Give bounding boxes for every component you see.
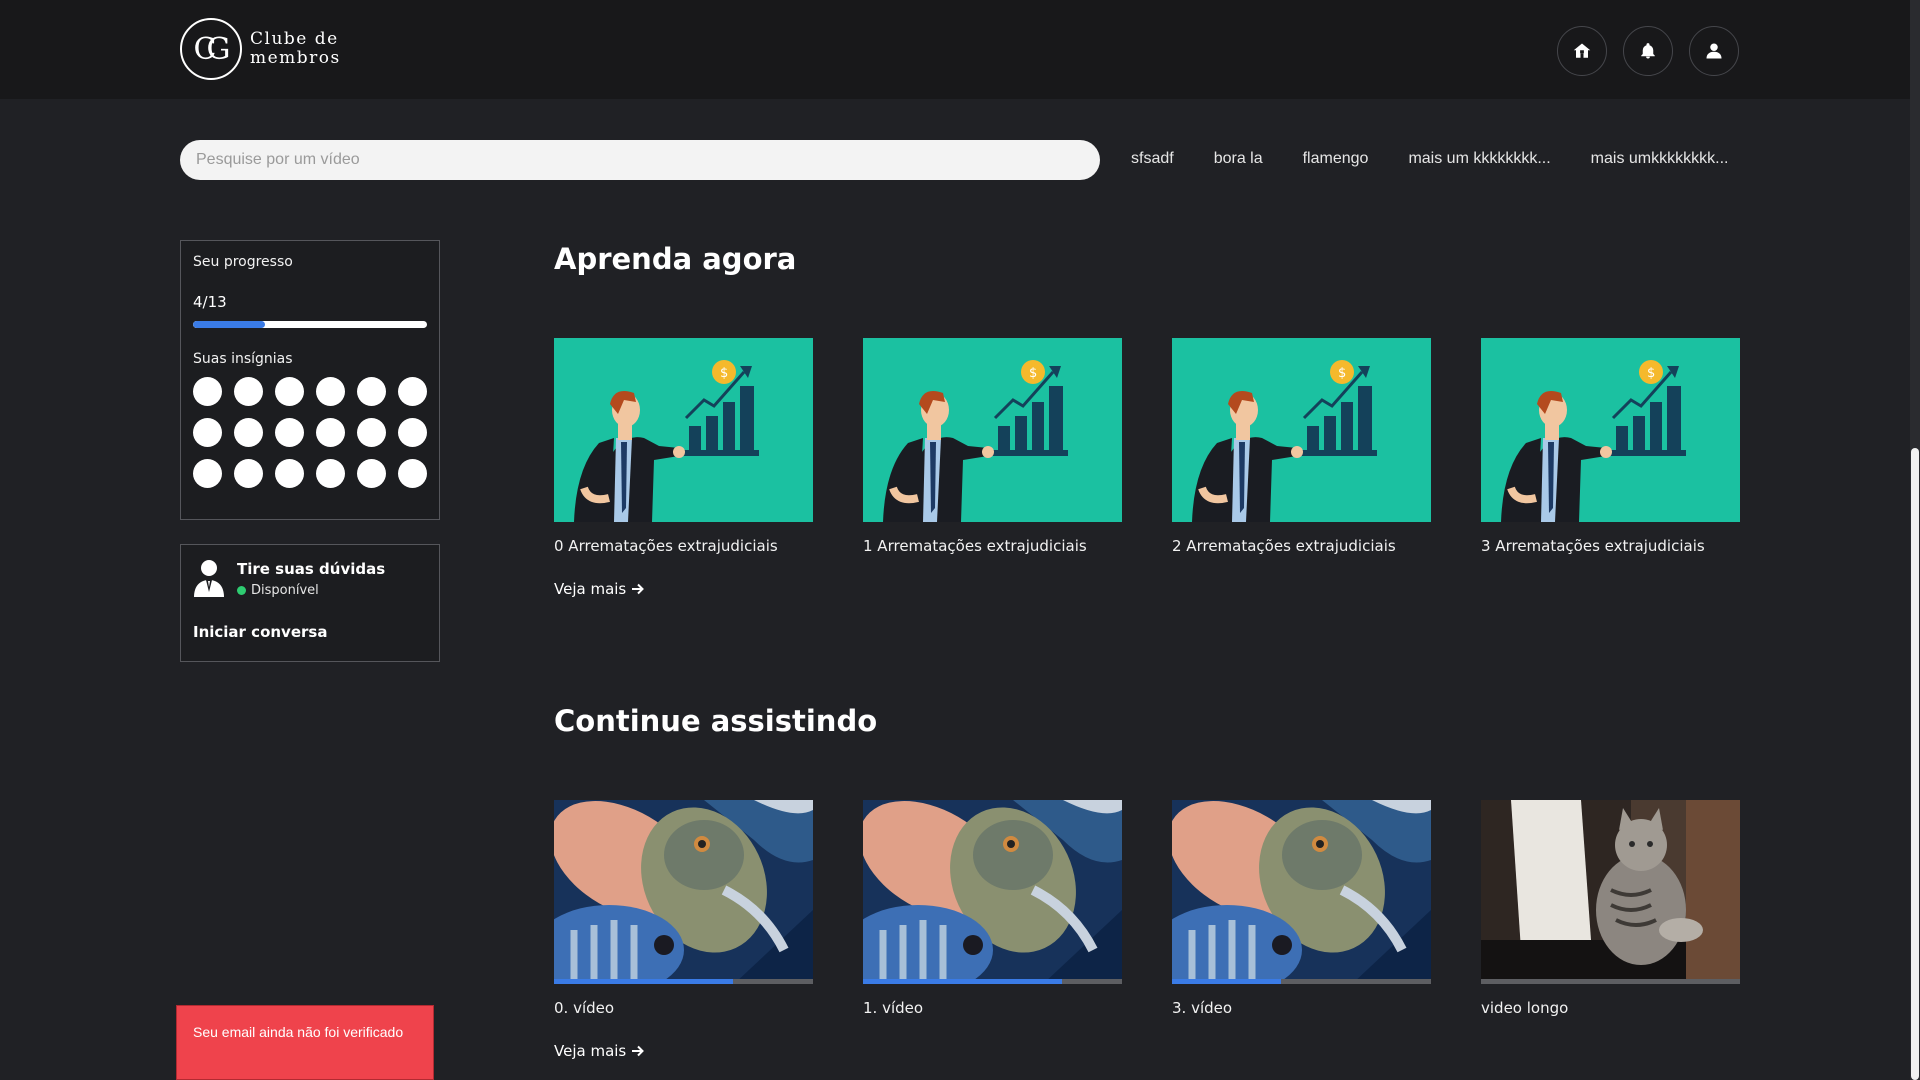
status-text: Disponível bbox=[251, 583, 319, 598]
logo-text: Clube de membros bbox=[250, 29, 341, 68]
home-icon bbox=[1573, 43, 1591, 58]
top-icons bbox=[1557, 26, 1739, 76]
progress-count: 4/13 bbox=[193, 293, 227, 311]
badge[interactable] bbox=[275, 459, 304, 488]
badge[interactable] bbox=[316, 459, 345, 488]
video-card[interactable]: 0. vídeo bbox=[554, 800, 813, 1017]
tag-link[interactable]: mais um kkkkkkkk... bbox=[1408, 150, 1550, 168]
start-chat-link[interactable]: Iniciar conversa bbox=[193, 623, 327, 641]
top-bar: CG Clube de membros bbox=[0, 0, 1910, 99]
badge[interactable] bbox=[398, 459, 427, 488]
video-card[interactable]: 1 Arrematações extrajudiciais bbox=[863, 338, 1122, 555]
badge[interactable] bbox=[275, 418, 304, 447]
fish-thumbnail bbox=[1172, 800, 1431, 984]
video-title: 0. vídeo bbox=[554, 999, 615, 1017]
tag-link[interactable]: mais umkkkkkkkk... bbox=[1591, 150, 1729, 168]
video-card[interactable]: 1. vídeo bbox=[863, 800, 1122, 1017]
badge[interactable] bbox=[275, 377, 304, 406]
section-title-continue: Continue assistindo bbox=[554, 704, 878, 738]
watch-progress-fill bbox=[554, 979, 733, 984]
see-more-link[interactable]: Veja mais bbox=[554, 580, 645, 598]
help-title: Tire suas dúvidas bbox=[237, 560, 386, 578]
badge[interactable] bbox=[316, 377, 345, 406]
video-title: 3. vídeo bbox=[1172, 999, 1233, 1017]
business-chart-thumbnail bbox=[1172, 338, 1431, 522]
help-card: Tire suas dúvidas Disponível Iniciar con… bbox=[180, 544, 440, 662]
bell-icon bbox=[1641, 43, 1655, 59]
user-icon bbox=[1706, 43, 1722, 59]
video-card[interactable]: 0 Arrematações extrajudiciais bbox=[554, 338, 813, 555]
scrollbar-thumb[interactable] bbox=[1911, 448, 1919, 1080]
progress-title: Seu progresso bbox=[193, 254, 293, 270]
cat-thumbnail bbox=[1481, 800, 1740, 984]
tag-link[interactable]: bora la bbox=[1214, 150, 1263, 168]
badge[interactable] bbox=[234, 377, 263, 406]
continue-row: 0. vídeo 1. vídeo 3. vídeo video longo bbox=[554, 800, 1740, 1017]
tag-link[interactable]: sfsadf bbox=[1131, 150, 1174, 168]
badges-grid bbox=[193, 377, 427, 488]
arrow-right-icon bbox=[632, 1045, 645, 1057]
profile-button[interactable] bbox=[1689, 26, 1739, 76]
see-more-link[interactable]: Veja mais bbox=[554, 1042, 645, 1060]
badge[interactable] bbox=[357, 459, 386, 488]
badge[interactable] bbox=[234, 418, 263, 447]
badge[interactable] bbox=[357, 377, 386, 406]
video-card[interactable]: 3 Arrematações extrajudiciais bbox=[1481, 338, 1740, 555]
availability-status: Disponível bbox=[237, 583, 385, 598]
tag-list: sfsadf bora la flamengo mais um kkkkkkkk… bbox=[1131, 150, 1768, 168]
scrollbar-track[interactable] bbox=[1910, 0, 1920, 1080]
progress-bar bbox=[193, 321, 427, 328]
badge[interactable] bbox=[398, 377, 427, 406]
video-card[interactable]: 3. vídeo bbox=[1172, 800, 1431, 1017]
learn-row: 0 Arrematações extrajudiciais 1 Arremata… bbox=[554, 338, 1740, 555]
business-chart-thumbnail bbox=[1481, 338, 1740, 522]
watch-progress-bar bbox=[863, 979, 1122, 984]
notifications-button[interactable] bbox=[1623, 26, 1673, 76]
watch-progress-fill bbox=[1172, 979, 1281, 984]
tag-link[interactable]: flamengo bbox=[1303, 150, 1369, 168]
video-title: 0 Arrematações extrajudiciais bbox=[554, 537, 778, 555]
see-more-label: Veja mais bbox=[554, 580, 627, 598]
video-title: 1 Arrematações extrajudiciais bbox=[863, 537, 1087, 555]
section-title-learn: Aprenda agora bbox=[554, 242, 797, 276]
business-chart-thumbnail bbox=[554, 338, 813, 522]
progress-card: Seu progresso 4/13 Suas insígnias bbox=[180, 240, 440, 520]
badge[interactable] bbox=[357, 418, 386, 447]
logo[interactable]: CG Clube de membros bbox=[180, 18, 340, 80]
badge[interactable] bbox=[234, 459, 263, 488]
progress-bar-fill bbox=[193, 321, 265, 328]
watch-progress-bar bbox=[554, 979, 813, 984]
video-title: video longo bbox=[1481, 999, 1569, 1017]
badge[interactable] bbox=[398, 418, 427, 447]
badge[interactable] bbox=[316, 418, 345, 447]
status-dot bbox=[237, 586, 246, 595]
email-verification-toast[interactable]: Seu email ainda não foi verificado bbox=[176, 1005, 434, 1080]
video-title: 3 Arrematações extrajudiciais bbox=[1481, 537, 1705, 555]
see-more-label: Veja mais bbox=[554, 1042, 627, 1060]
arrow-right-icon bbox=[632, 583, 645, 595]
support-agent-icon bbox=[194, 560, 224, 597]
fish-thumbnail bbox=[554, 800, 813, 984]
logo-mark: CG bbox=[180, 18, 242, 80]
video-title: 1. vídeo bbox=[863, 999, 924, 1017]
home-button[interactable] bbox=[1557, 26, 1607, 76]
badge[interactable] bbox=[193, 459, 222, 488]
video-card[interactable]: 2 Arrematações extrajudiciais bbox=[1172, 338, 1431, 555]
business-chart-thumbnail bbox=[863, 338, 1122, 522]
watch-progress-bar bbox=[1481, 979, 1740, 984]
badge[interactable] bbox=[193, 377, 222, 406]
watch-progress-fill bbox=[863, 979, 1063, 984]
video-card[interactable]: video longo bbox=[1481, 800, 1740, 1017]
video-title: 2 Arrematações extrajudiciais bbox=[1172, 537, 1396, 555]
fish-thumbnail bbox=[863, 800, 1122, 984]
watch-progress-bar bbox=[1172, 979, 1431, 984]
search-input[interactable] bbox=[180, 140, 1100, 180]
badge[interactable] bbox=[193, 418, 222, 447]
badges-label: Suas insígnias bbox=[193, 351, 293, 367]
